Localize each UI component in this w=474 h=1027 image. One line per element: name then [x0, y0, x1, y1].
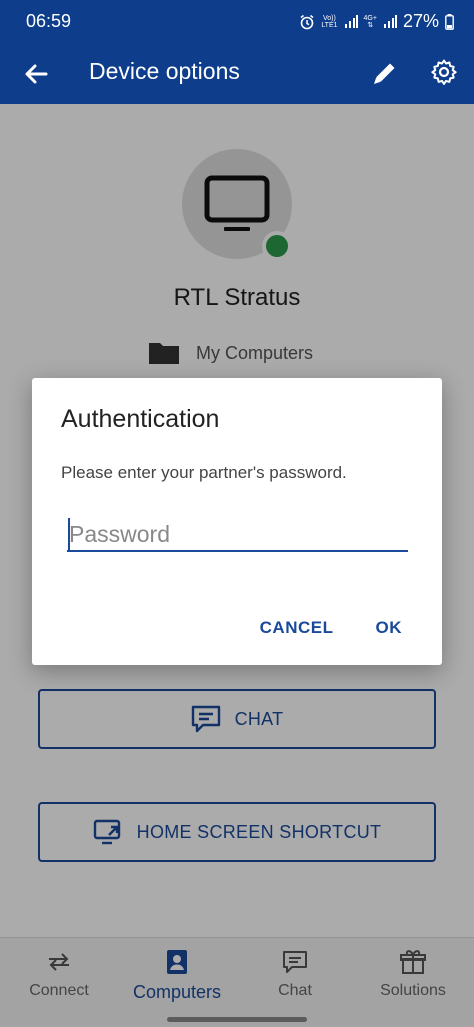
password-input[interactable] [67, 518, 408, 552]
status-icons: Vo)) LTE1 4G+ ⇅ 27% [299, 11, 454, 32]
signal-icon [344, 14, 358, 28]
ok-button[interactable]: OK [376, 618, 403, 638]
back-arrow-icon[interactable] [20, 58, 52, 90]
dialog-message: Please enter your partner's password. [61, 463, 347, 482]
page-title: Device options [89, 58, 240, 84]
volte-indicator: Vo)) LTE1 [321, 15, 337, 29]
edit-pencil-icon[interactable] [370, 58, 400, 88]
dialog-title: Authentication [61, 405, 220, 433]
app-bar: Device options [0, 44, 474, 104]
4g-label: 4G+ [363, 14, 377, 22]
text-cursor [68, 518, 70, 550]
dialog-actions: CANCEL OK [260, 618, 402, 638]
data-indicator: 4G+ ⇅ [364, 15, 377, 29]
signal-2-icon [383, 14, 397, 28]
data-arrows-icon: ⇅ [367, 21, 374, 29]
status-time: 06:59 [26, 11, 72, 31]
volte-label: Vo)) [323, 14, 336, 22]
cancel-button[interactable]: CANCEL [260, 618, 334, 638]
lte-label: LTE1 [321, 21, 338, 29]
alarm-icon [300, 14, 314, 29]
status-bar: 06:59 Vo)) LTE1 4G+ ⇅ 27% [0, 0, 474, 44]
authentication-dialog: Authentication Please enter your partner… [32, 378, 442, 665]
battery-icon [445, 13, 454, 30]
battery-percent: 27% [402, 11, 439, 31]
gear-icon[interactable] [429, 57, 459, 87]
